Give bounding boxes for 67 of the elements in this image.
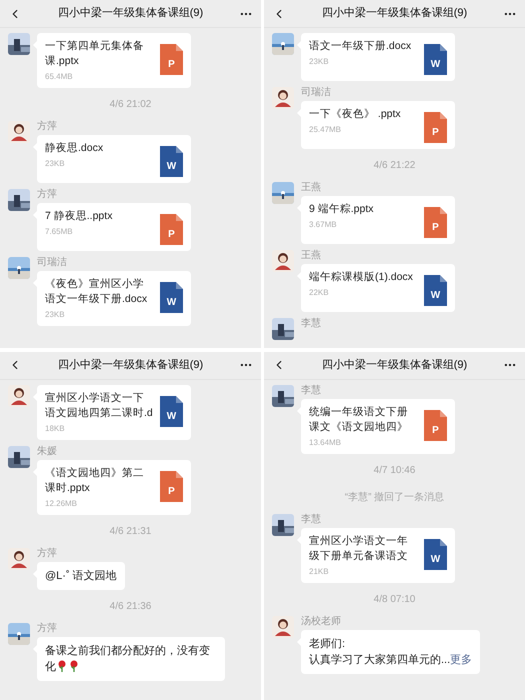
file-size: 23KB	[309, 56, 330, 67]
chat-title: 四小中梁一年级集体备课组(9)	[322, 6, 468, 22]
more-link[interactable]: 更多	[450, 654, 472, 666]
file-type-letter: W	[166, 297, 178, 309]
file-size: 65.4MB	[45, 71, 74, 82]
message-text: 备课之前我们都分配好的，没有变化	[45, 644, 211, 674]
sender-name: 司瑞洁	[301, 87, 332, 99]
sender-name: 方萍	[37, 548, 58, 560]
file-type-letter: W	[430, 59, 442, 71]
file-size: 18KB	[45, 422, 66, 434]
sender-name: 李慧	[301, 514, 322, 526]
timestamp: 4/6 21:31	[110, 524, 152, 538]
file-size: 3.67MB	[309, 219, 338, 230]
message-text: 认真学习了大家第四单元的...更多	[309, 652, 472, 668]
file-type-letter: P	[431, 424, 440, 436]
file-name: 一下第四单元集体备课.pptx	[45, 39, 145, 69]
file-name: 《语文园地四》第二课时.pptx	[45, 466, 145, 496]
file-size: 12.26MB	[45, 498, 78, 508]
rose-icon	[69, 660, 79, 672]
sender-name: 汤校老师	[301, 616, 342, 628]
file-type-letter: P	[431, 222, 440, 234]
chat-title: 四小中梁一年级集体备课组(9)	[58, 6, 204, 22]
timestamp: 4/6 21:02	[110, 98, 152, 112]
timestamp: 4/7 10:46	[374, 464, 416, 478]
chat-title: 四小中梁一年级集体备课组(9)	[58, 358, 204, 373]
sender-name: 王燕	[301, 250, 322, 262]
file-name: 端午粽课模版(1).docx	[309, 270, 414, 285]
file-size: 25.47MB	[309, 124, 342, 135]
file-size: 21KB	[309, 566, 330, 576]
sender-name: 李慧	[301, 384, 322, 396]
file-name: 宣州区小学语文一下语文园地四第二课时.d	[45, 390, 154, 420]
chat-title: 四小中梁一年级集体备课组(9)	[322, 358, 468, 373]
file-type-letter: W	[166, 410, 178, 422]
timestamp: 4/6 21:22	[374, 159, 416, 173]
file-name: 一下《夜色》 .pptx	[309, 107, 402, 122]
sender-name: 司瑞洁	[37, 257, 68, 269]
message-text: 老师们:	[309, 636, 346, 652]
file-name: 统编一年级语文下册课文《语文园地四》	[309, 404, 409, 434]
sender-name: 方萍	[37, 189, 58, 201]
sender-name: 王燕	[301, 182, 322, 194]
file-type-letter: W	[166, 161, 178, 173]
file-name: 宣州区小学语文一年级下册单元备课语文	[309, 534, 409, 564]
file-type-letter: P	[167, 229, 176, 241]
file-name: 《夜色》宣州区小学语文一年级下册.docx	[45, 277, 148, 307]
file-size: 7.65MB	[45, 226, 74, 237]
sender-name: 朱媛	[37, 446, 58, 458]
rose-icon	[57, 660, 67, 672]
sender-name: 方萍	[37, 622, 58, 634]
file-name: 静夜思.docx	[45, 141, 104, 156]
file-type-letter: P	[167, 486, 176, 498]
sender-name: 方萍	[37, 121, 58, 133]
file-size: 13.64MB	[309, 436, 342, 448]
file-name: 9 端午粽.pptx	[309, 202, 375, 217]
file-type-letter: P	[167, 59, 176, 71]
file-type-letter: W	[430, 290, 442, 302]
file-type-letter: W	[430, 554, 442, 566]
sender-name: 李慧	[301, 318, 321, 330]
message-text: @L·˚ 语文园地	[45, 568, 117, 584]
timestamp: 4/6 21:36	[110, 600, 152, 614]
file-size: 23KB	[45, 158, 66, 169]
timestamp: 4/8 07:10	[374, 592, 416, 606]
file-type-letter: P	[431, 127, 440, 139]
file-name: 语文一年级下册.docx	[309, 39, 412, 54]
file-name: 7 静夜思..pptx	[45, 209, 114, 224]
file-size: 22KB	[309, 287, 330, 298]
file-size: 23KB	[45, 309, 66, 320]
recall-notice: “李慧” 撤回了一条消息	[344, 490, 444, 504]
